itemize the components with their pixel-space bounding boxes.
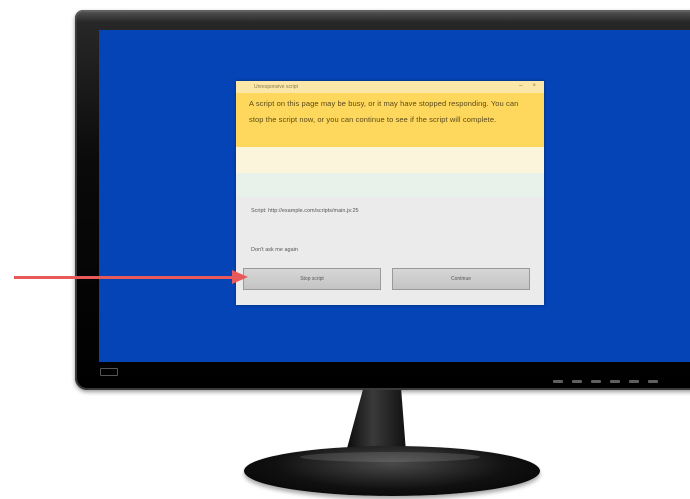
hardware-button: [553, 380, 563, 383]
dialog-message-banner: A script on this page may be busy, or it…: [236, 93, 544, 147]
hardware-button: [629, 380, 639, 383]
monitor-neck: [346, 390, 406, 452]
stop-script-button[interactable]: Stop script: [243, 268, 381, 290]
continue-button[interactable]: Continue: [392, 268, 530, 290]
monitor-base-shine: [300, 452, 480, 462]
pointer-arrow-head: [232, 270, 248, 284]
hardware-button: [610, 380, 620, 383]
pointer-arrow-line: [14, 276, 235, 279]
unresponsive-script-dialog: Unresponsive script – × A script on this…: [236, 81, 544, 305]
dialog-title: Unresponsive script: [254, 84, 298, 90]
close-icon[interactable]: ×: [532, 83, 536, 89]
monitor-hardware-buttons: [553, 380, 658, 383]
dialog-divider-strip: [236, 173, 544, 197]
dialog-message: A script on this page may be busy, or it…: [249, 99, 519, 124]
dialog-titlebar: Unresponsive script – ×: [236, 81, 544, 93]
hardware-button: [572, 380, 582, 383]
minimize-icon[interactable]: –: [519, 83, 522, 89]
bezel-highlight: [75, 10, 690, 22]
brand-logo: [100, 368, 118, 376]
hardware-button: [591, 380, 601, 383]
power-button: [648, 380, 658, 383]
dialog-divider-strip: [236, 147, 544, 173]
dont-ask-checkbox-label[interactable]: Don't ask me again: [251, 247, 298, 253]
script-location-text: Script: http://example.com/scripts/main.…: [251, 208, 359, 214]
